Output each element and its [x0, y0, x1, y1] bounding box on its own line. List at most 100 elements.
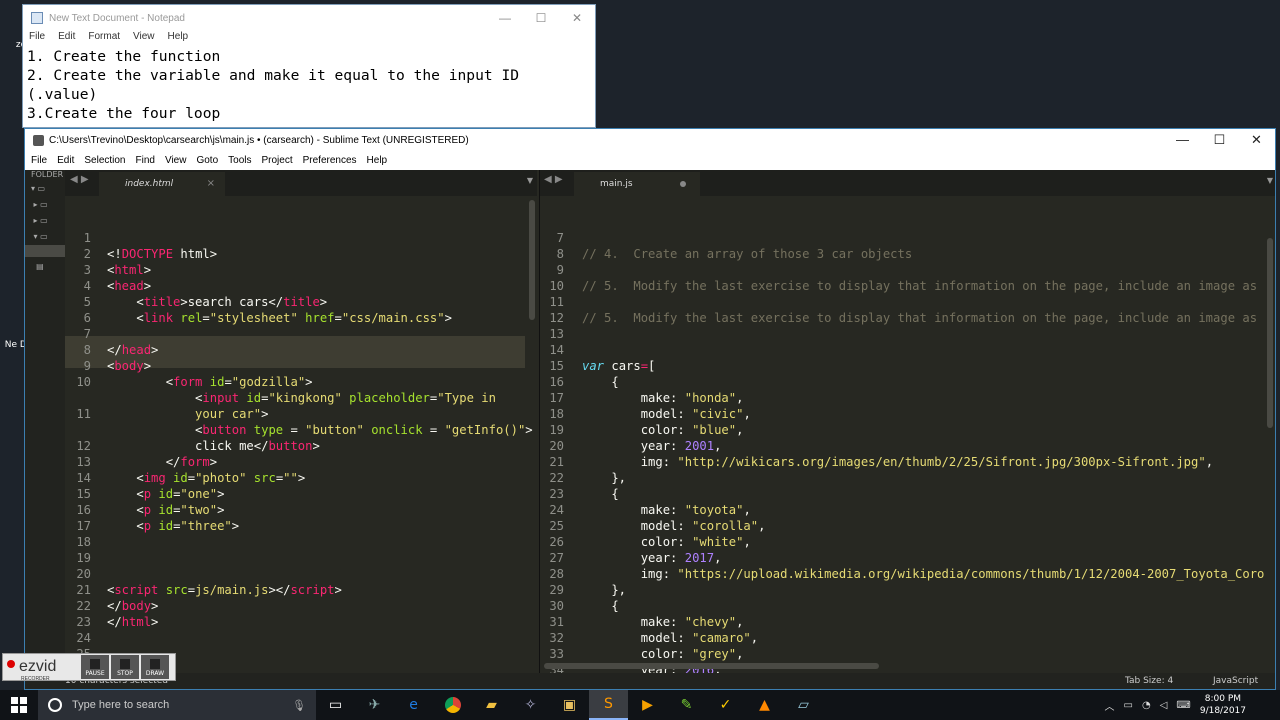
microphone-icon[interactable]: 🎙 — [292, 699, 306, 712]
menu-selection[interactable]: Selection — [84, 155, 125, 166]
sidebar-folder-row[interactable]: ▸ ▭ — [31, 216, 65, 228]
task-view-icon[interactable]: ▭ — [316, 690, 355, 720]
notepad-text-area[interactable]: 1. Create the function 2. Create the vari… — [23, 47, 595, 123]
status-syntax[interactable]: JavaScript — [1213, 676, 1258, 686]
draw-button[interactable]: DRAW — [141, 655, 169, 679]
line-number: 16 — [76, 503, 91, 517]
minimize-icon[interactable]: — — [487, 11, 523, 25]
sublime-taskbar-icon[interactable]: S — [589, 690, 628, 720]
notepad-window[interactable]: New Text Document - Notepad — ☐ ✕ File E… — [22, 4, 596, 128]
menu-file[interactable]: File — [29, 31, 45, 47]
menu-edit[interactable]: Edit — [58, 31, 75, 47]
taskbar-search[interactable]: Type here to search 🎙 — [38, 690, 316, 720]
line-number: 11 — [76, 407, 91, 421]
menu-edit[interactable]: Edit — [57, 155, 74, 166]
stop-icon — [120, 659, 130, 669]
minimize-icon[interactable]: — — [1164, 132, 1201, 148]
chevron-up-icon[interactable]: ︿ — [1105, 698, 1115, 713]
editor-pane-left[interactable]: ◀ ▶ index.html × ▼ 1 2 3 4 5 6 7 8 9 10 11 12 13 14… — [65, 170, 537, 677]
battery-icon[interactable]: ▭ — [1124, 700, 1133, 711]
sublime-window[interactable]: C:\Users\Trevino\Desktop\carsearch\js\ma… — [24, 128, 1276, 690]
sidebar-folder-row[interactable]: ▸ ▭ — [31, 200, 65, 212]
tab-dropdown-icon[interactable]: ▼ — [527, 176, 533, 185]
app-icon[interactable]: ▱ — [784, 690, 823, 720]
line-number: 7 — [556, 231, 564, 245]
folder-icon[interactable]: ▣ — [550, 690, 589, 720]
line-number: 8 — [556, 247, 564, 261]
keyboard-icon[interactable]: ⌨ — [1176, 700, 1190, 711]
media-player-icon[interactable]: ▶ — [628, 690, 667, 720]
line-number: 32 — [549, 631, 564, 645]
line-number: 22 — [76, 599, 91, 613]
file-explorer-icon[interactable]: ▰ — [472, 690, 511, 720]
line-number: 9 — [556, 263, 564, 277]
menu-help[interactable]: Help — [168, 31, 189, 47]
maximize-icon[interactable]: ☐ — [523, 11, 559, 25]
sidebar-folder-row[interactable]: ▾ ▭ — [31, 232, 65, 244]
notepad-titlebar[interactable]: New Text Document - Notepad — ☐ ✕ — [23, 5, 595, 31]
clock-date: 9/18/2017 — [1199, 706, 1246, 716]
pause-button[interactable]: PAUSE — [81, 655, 109, 679]
chrome-icon[interactable] — [433, 690, 472, 720]
sidebar[interactable]: FOLDER ▾ ▭ ▸ ▭ ▸ ▭ ▾ ▭ ▤ — [25, 170, 65, 689]
menu-goto[interactable]: Goto — [196, 155, 218, 166]
app-icon[interactable]: ✈ — [355, 690, 394, 720]
menu-preferences[interactable]: Preferences — [303, 155, 357, 166]
menu-view[interactable]: View — [133, 31, 155, 47]
tab-dropdown-icon[interactable]: ▼ — [1267, 176, 1273, 185]
menu-view[interactable]: View — [165, 155, 187, 166]
status-tab-size[interactable]: Tab Size: 4 — [1125, 676, 1173, 686]
app-icon[interactable]: ✧ — [511, 690, 550, 720]
scrollbar-vertical[interactable] — [1267, 238, 1273, 428]
line-number: 28 — [549, 567, 564, 581]
sublime-titlebar[interactable]: C:\Users\Trevino\Desktop\carsearch\js\ma… — [25, 129, 1275, 151]
draw-icon — [150, 659, 160, 669]
code-text[interactable]: // 4. Create an array of those 3 car obj… — [582, 246, 1264, 689]
notepad-line: 3.Create the four loop — [27, 105, 221, 122]
line-number: 14 — [549, 343, 564, 357]
menu-tools[interactable]: Tools — [228, 155, 251, 166]
menu-find[interactable]: Find — [136, 155, 155, 166]
menu-help[interactable]: Help — [367, 155, 388, 166]
code-area-left[interactable]: 1 2 3 4 5 6 7 8 9 10 11 12 13 14 15 16 17 18 19 20 21 22 23 2… — [65, 198, 537, 677]
line-number: 18 — [76, 535, 91, 549]
sidebar-file-row[interactable]: ▤ — [31, 262, 65, 274]
code-text[interactable]: <!DOCTYPE html> <html> <head> <title>sea… — [107, 246, 533, 630]
volume-icon[interactable]: ◁ — [1160, 700, 1168, 711]
maximize-icon[interactable]: ☐ — [1201, 132, 1238, 148]
menu-project[interactable]: Project — [262, 155, 293, 166]
tab-nav-arrows-icon[interactable]: ◀ ▶ — [70, 174, 89, 185]
tab-unsaved-dot-icon[interactable] — [680, 181, 686, 187]
scrollbar-horizontal[interactable] — [544, 663, 879, 669]
tab-main-js[interactable]: main.js — [574, 172, 700, 196]
network-icon[interactable]: ◔ — [1142, 700, 1151, 711]
line-number: 10 — [76, 375, 91, 389]
stop-button[interactable]: STOP — [111, 655, 139, 679]
start-button[interactable] — [0, 690, 38, 720]
tab-nav-arrows-icon[interactable]: ◀ ▶ — [544, 174, 563, 185]
sidebar-selected-item[interactable] — [25, 245, 65, 257]
sidebar-folder-row[interactable]: ▾ ▭ — [31, 184, 65, 196]
app-icon[interactable]: ✎ — [667, 690, 706, 720]
close-icon[interactable]: ✕ — [559, 11, 595, 25]
menu-file[interactable]: File — [31, 155, 47, 166]
scrollbar-vertical[interactable] — [529, 200, 535, 320]
notepad-icon — [31, 12, 43, 24]
clock[interactable]: 8:00 PM 9/18/2017 — [1200, 693, 1246, 717]
system-tray: ︿ ▭ ◔ ◁ ⌨ 8:00 PM 9/18/2017 — [1105, 690, 1280, 720]
line-number: 29 — [549, 583, 564, 597]
editor-pane-right[interactable]: ◀ ▶ main.js ▼ 7 8 9 10 11 12 13 14 15 16 17 18 19 20 2… — [539, 170, 1275, 689]
code-area-right[interactable]: 7 8 9 10 11 12 13 14 15 16 17 18 19 20 21 22 23 24 25 26 27 2… — [540, 198, 1275, 689]
line-number: 10 — [549, 279, 564, 293]
tab-label: index.html — [125, 179, 174, 189]
tab-close-icon[interactable]: × — [207, 172, 215, 196]
close-icon[interactable]: ✕ — [1238, 132, 1275, 148]
edge-icon[interactable]: e — [394, 690, 433, 720]
vlc-icon[interactable]: ▲ — [745, 690, 784, 720]
line-number: 16 — [549, 375, 564, 389]
line-number: 33 — [549, 647, 564, 661]
menu-format[interactable]: Format — [88, 31, 120, 47]
tab-index-html[interactable]: index.html × — [99, 172, 225, 196]
app-icon[interactable]: ✓ — [706, 690, 745, 720]
stop-label: STOP — [117, 670, 133, 677]
